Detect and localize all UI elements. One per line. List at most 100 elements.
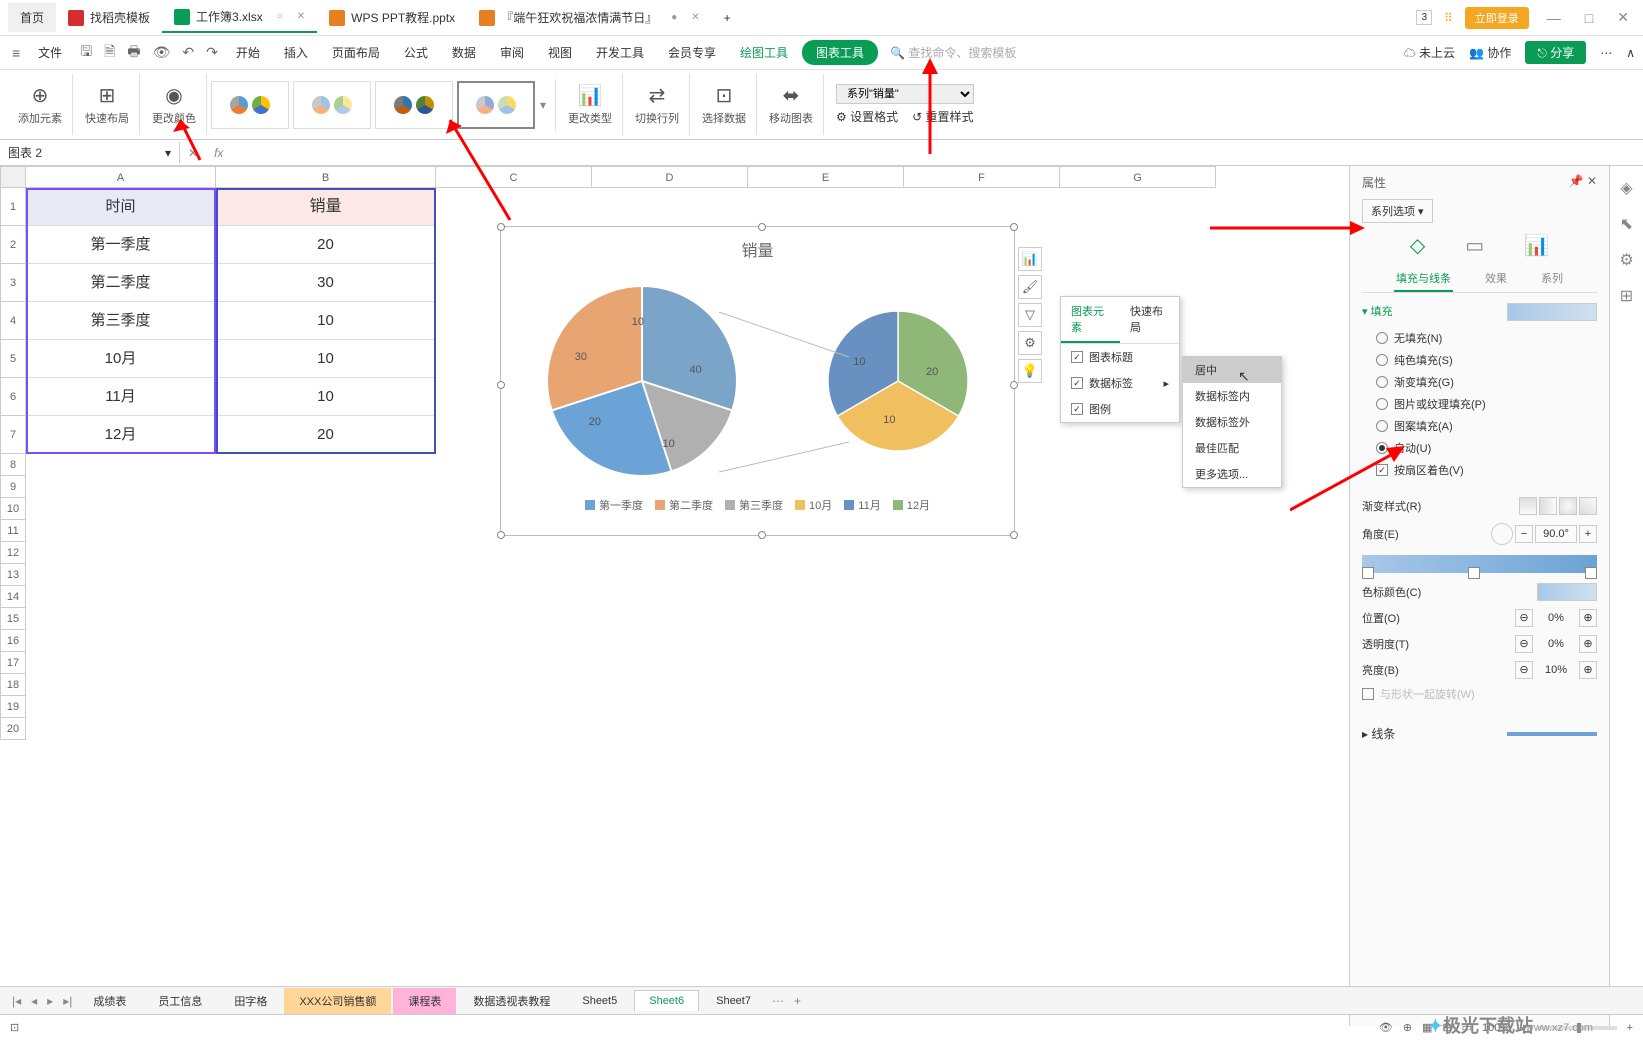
submenu-center[interactable]: 居中 — [1183, 357, 1281, 383]
resize-handle[interactable] — [1010, 381, 1018, 389]
decrement-button[interactable]: ⊖ — [1515, 609, 1533, 627]
resize-handle[interactable] — [497, 381, 505, 389]
side-icon-1[interactable]: ◈ — [1620, 178, 1632, 198]
preview-icon[interactable]: 👁 — [149, 44, 175, 61]
submenu-more[interactable]: 更多选项... — [1183, 461, 1281, 487]
menu-dev[interactable]: 开发工具 — [586, 40, 654, 65]
checkbox-icon[interactable] — [1362, 688, 1374, 700]
close-button[interactable]: ✕ — [1611, 9, 1635, 26]
collab-button[interactable]: 👥 协作 — [1469, 44, 1511, 61]
fill-color-swatch[interactable] — [1507, 303, 1597, 321]
row-header[interactable]: 10 — [0, 498, 26, 520]
row-header[interactable]: 19 — [0, 696, 26, 718]
fill-gradient[interactable]: 渐变填充(G) — [1362, 371, 1597, 393]
popup-item-title[interactable]: ✓图表标题 — [1061, 344, 1179, 370]
cell[interactable]: 30 — [216, 264, 436, 302]
sheet-more[interactable]: ⋯ — [768, 994, 788, 1008]
ribbon-move-chart[interactable]: ⬌移动图表 — [759, 74, 824, 135]
row-header[interactable]: 6 — [0, 378, 26, 416]
row-header[interactable]: 9 — [0, 476, 26, 498]
undo-icon[interactable]: ↶ — [178, 44, 198, 61]
stop-color-swatch[interactable] — [1537, 583, 1597, 601]
dropdown-icon[interactable]: ▾ — [165, 146, 171, 160]
tab-template[interactable]: 找稻壳模板 — [56, 3, 162, 32]
cell[interactable]: 10 — [216, 302, 436, 340]
resize-handle[interactable] — [758, 531, 766, 539]
save-as-icon[interactable]: 🗎 — [100, 41, 119, 65]
name-box[interactable]: 图表 2▾ — [0, 142, 180, 163]
ribbon-select-data[interactable]: ⊡选择数据 — [692, 74, 757, 135]
redo-icon[interactable]: ↷ — [202, 44, 222, 61]
cell[interactable]: 20 — [216, 226, 436, 264]
tab-close-icon[interactable]: ✕ — [691, 12, 699, 23]
fill-tab-icon[interactable]: ◇ — [1410, 233, 1425, 258]
sector-color-check[interactable]: ✓按扇区着色(V) — [1362, 459, 1597, 481]
gradient-stop[interactable] — [1468, 567, 1480, 579]
ribbon-change-type[interactable]: 📊更改类型 — [558, 74, 623, 135]
close-panel-icon[interactable]: ✕ — [1587, 174, 1597, 188]
row-header[interactable]: 20 — [0, 718, 26, 740]
chart-elements-button[interactable]: 📊 — [1018, 247, 1042, 271]
grad-preset[interactable] — [1559, 497, 1577, 515]
col-header-e[interactable]: E — [748, 166, 904, 188]
main-pie[interactable]: 40 10 20 30 10 — [547, 286, 737, 476]
menu-draw-tools[interactable]: 绘图工具 — [730, 40, 798, 65]
brightness-value[interactable]: 10% — [1535, 662, 1577, 678]
menu-vip[interactable]: 会员专享 — [658, 40, 726, 65]
gradient-stop[interactable] — [1585, 567, 1597, 579]
angle-dial[interactable] — [1491, 523, 1513, 545]
tab-home[interactable]: 首页 — [8, 3, 56, 32]
col-header-g[interactable]: G — [1060, 166, 1216, 188]
grad-preset[interactable] — [1519, 497, 1537, 515]
chart-settings-button[interactable]: ⚙ — [1018, 331, 1042, 355]
submenu-inside[interactable]: 数据标签内 — [1183, 383, 1281, 409]
resize-handle[interactable] — [497, 531, 505, 539]
login-button[interactable]: 立即登录 — [1465, 7, 1529, 29]
menu-start[interactable]: 开始 — [226, 40, 270, 65]
row-header[interactable]: 11 — [0, 520, 26, 542]
cell[interactable]: 10月 — [26, 340, 216, 378]
decrement-button[interactable]: ⊖ — [1515, 635, 1533, 653]
col-header-b[interactable]: B — [216, 166, 436, 188]
fill-section-title[interactable]: ▾ 填充 — [1362, 303, 1597, 319]
print-icon[interactable]: 🖶 — [123, 41, 144, 65]
gradient-stop[interactable] — [1362, 567, 1374, 579]
chart-title[interactable]: 销量 — [501, 227, 1014, 271]
set-format-button[interactable]: ⚙ 设置格式 — [836, 108, 898, 125]
cell[interactable]: 11月 — [26, 378, 216, 416]
row-header[interactable]: 8 — [0, 454, 26, 476]
preset-dropdown-icon[interactable]: ▾ — [537, 98, 549, 112]
subtab-fill[interactable]: 填充与线条 — [1394, 266, 1453, 292]
popup-tab-layout[interactable]: 快速布局 — [1120, 297, 1179, 343]
side-icon-4[interactable]: ⊞ — [1620, 286, 1633, 306]
more-icon[interactable]: ⋯ — [1600, 46, 1612, 60]
resize-handle[interactable] — [1010, 531, 1018, 539]
checkbox-icon[interactable]: ✓ — [1071, 377, 1083, 389]
pin-icon[interactable]: 📌 — [1569, 174, 1584, 188]
menu-layout[interactable]: 页面布局 — [322, 40, 390, 65]
submenu-bestfit[interactable]: 最佳匹配 — [1183, 435, 1281, 461]
chart[interactable]: 销量 40 10 20 30 10 — [500, 226, 1015, 536]
menu-view[interactable]: 视图 — [538, 40, 582, 65]
tab-close-icon[interactable]: ✕ — [297, 11, 305, 22]
fill-pattern[interactable]: 图案填充(A) — [1362, 415, 1597, 437]
fill-picture[interactable]: 图片或纹理填充(P) — [1362, 393, 1597, 415]
reset-style-button[interactable]: ↺ 重置样式 — [912, 108, 973, 125]
cell[interactable]: 第二季度 — [26, 264, 216, 302]
effect-tab-icon[interactable]: ▭ — [1465, 233, 1484, 258]
view-icon[interactable]: 👁 — [1379, 1021, 1393, 1034]
submenu-outside[interactable]: 数据标签外 — [1183, 409, 1281, 435]
ribbon-add-element[interactable]: ⊕添加元素 — [8, 74, 73, 135]
subtab-series[interactable]: 系列 — [1539, 266, 1565, 292]
sub-pie[interactable]: 20 10 10 — [828, 311, 968, 451]
subtab-effect[interactable]: 效果 — [1483, 266, 1509, 292]
new-sheet-button[interactable]: + — [790, 994, 805, 1008]
line-preview[interactable] — [1507, 732, 1597, 736]
checkbox-icon[interactable]: ✓ — [1376, 464, 1388, 476]
side-select-icon[interactable]: ⬉ — [1620, 214, 1633, 234]
decrement-button[interactable]: − — [1515, 525, 1533, 543]
row-header[interactable]: 1 — [0, 188, 26, 226]
grad-preset[interactable] — [1539, 497, 1557, 515]
sheet-nav-last[interactable]: ▸| — [59, 994, 76, 1008]
menu-file[interactable]: 文件 — [28, 40, 72, 65]
